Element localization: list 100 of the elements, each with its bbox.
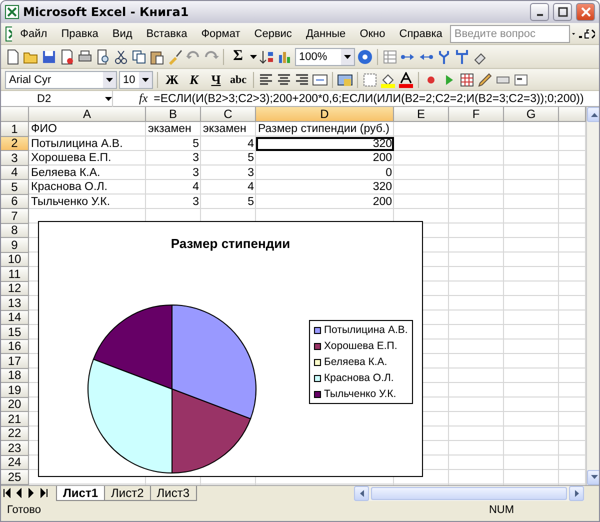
sheet-tab[interactable]: Лист1: [56, 486, 106, 500]
caret-icon[interactable]: [142, 78, 149, 82]
legend-swatch: [314, 390, 321, 398]
row-header[interactable]: 19: [1, 383, 29, 398]
row-header[interactable]: 5: [1, 180, 29, 194]
align-right-icon[interactable]: [294, 72, 310, 88]
menu-item[interactable]: Вид: [106, 26, 138, 42]
caret-icon[interactable]: [572, 32, 576, 36]
row-header[interactable]: 7: [1, 209, 29, 224]
copy-icon[interactable]: [131, 48, 147, 64]
fill-color-icon[interactable]: [380, 72, 396, 88]
maximize-button[interactable]: [553, 3, 572, 21]
brush-icon[interactable]: [167, 48, 183, 64]
function-label[interactable]: fx: [139, 91, 148, 106]
minimize-button[interactable]: [530, 3, 549, 21]
column-header[interactable]: F: [449, 107, 504, 122]
row-header[interactable]: 24: [1, 456, 29, 470]
column-header[interactable]: E: [394, 107, 449, 122]
fork-icon[interactable]: [454, 48, 470, 64]
cut-icon[interactable]: [113, 48, 129, 64]
new-document-icon[interactable]: [5, 48, 21, 64]
currency-icon[interactable]: [336, 72, 352, 88]
font-color-icon[interactable]: [398, 72, 414, 88]
menu-item[interactable]: Вставка: [140, 26, 194, 42]
row-header[interactable]: 21: [1, 412, 29, 426]
label-icon[interactable]: [512, 72, 528, 88]
text-style-button[interactable]: Ж: [162, 70, 182, 90]
menu-item[interactable]: Данные: [300, 26, 352, 42]
scroll-left-button[interactable]: [354, 486, 369, 500]
menu-item[interactable]: Окно: [354, 26, 392, 42]
row-header[interactable]: 10: [1, 252, 29, 267]
column-header[interactable]: C: [201, 107, 256, 122]
align-center-icon[interactable]: [276, 72, 292, 88]
row-header[interactable]: 22: [1, 426, 29, 441]
font-size-dropdown[interactable]: 10: [119, 70, 153, 88]
row-header[interactable]: 16: [1, 340, 29, 354]
sheet-tab[interactable]: Лист2: [104, 486, 151, 500]
text-style-button[interactable]: Ч: [206, 70, 226, 90]
column-header[interactable]: A: [29, 107, 146, 122]
caret-icon[interactable]: [250, 54, 257, 58]
row-header[interactable]: 18: [1, 368, 29, 383]
help-icon[interactable]: [357, 48, 373, 64]
row-header[interactable]: 17: [1, 354, 29, 368]
menu-item[interactable]: Справка: [393, 26, 448, 42]
column-header[interactable]: D: [256, 107, 394, 122]
row-header[interactable]: 11: [1, 267, 29, 282]
row-header[interactable]: 2: [1, 136, 29, 151]
save-icon[interactable]: [41, 48, 57, 64]
formula-text[interactable]: =ЕСЛИ(И(B2>3;C2>3);200+200*0,6;ЕСЛИ(ИЛИ(B2=2;C2=2;И(B2=3;C2=3));0;200)): [154, 92, 584, 104]
corner-header[interactable]: [1, 107, 29, 122]
menu-item[interactable]: Файл: [14, 26, 54, 42]
scroll-up-button[interactable]: [587, 107, 599, 122]
row-header[interactable]: 13: [1, 296, 29, 310]
text-style-button[interactable]: К: [184, 70, 204, 90]
borders-icon[interactable]: [362, 72, 378, 88]
table-icon[interactable]: [382, 48, 398, 64]
row-header[interactable]: 9: [1, 238, 29, 252]
align-left-icon[interactable]: [258, 72, 274, 88]
pencil-icon[interactable]: [476, 72, 492, 88]
merge-cells-icon[interactable]: [312, 72, 328, 88]
row-header[interactable]: 1: [1, 122, 29, 136]
font-dropdown[interactable]: Arial Cyr: [5, 70, 117, 88]
close-button[interactable]: [576, 3, 595, 21]
help-search-field[interactable]: Введите вопрос: [450, 24, 570, 42]
row-header[interactable]: 6: [1, 194, 29, 209]
print-icon[interactable]: [77, 48, 93, 64]
zoom-dropdown[interactable]: 100%: [295, 48, 355, 66]
column-header[interactable]: B: [146, 107, 201, 122]
preview-icon[interactable]: [95, 48, 111, 64]
row-header[interactable]: 3: [1, 151, 29, 166]
caret-icon[interactable]: [106, 78, 113, 82]
table-cell-text: экзамен: [202, 122, 248, 136]
text-style-button[interactable]: abc: [228, 70, 248, 90]
column-header[interactable]: [559, 107, 586, 122]
scroll-down-button[interactable]: [587, 470, 599, 484]
row-header[interactable]: 20: [1, 398, 29, 412]
scroll-thumb[interactable]: [371, 486, 567, 500]
row-header[interactable]: 23: [1, 441, 29, 456]
row-header[interactable]: 8: [1, 224, 29, 238]
paste-icon[interactable]: [149, 48, 165, 64]
document-icon[interactable]: [59, 48, 75, 64]
caret-icon[interactable]: [344, 54, 351, 58]
sort-icon[interactable]: [259, 48, 275, 64]
chart-area[interactable]: Размер стипендии Потылицина А.В. Хорошева Е.П. Беляева К.А. Краснова О.Л. Тыльченко У.К.: [38, 221, 423, 477]
row-header[interactable]: 25: [1, 470, 29, 484]
row-header[interactable]: 14: [1, 310, 29, 325]
autosum-button[interactable]: Σ: [228, 46, 248, 66]
fork-icon[interactable]: [436, 48, 452, 64]
sheet-tab[interactable]: Лист3: [150, 486, 197, 500]
menu-item[interactable]: Правка: [55, 26, 104, 42]
caret-icon[interactable]: [105, 96, 112, 100]
menu-item[interactable]: Сервис: [248, 26, 298, 42]
table-cell-text: 320: [372, 180, 393, 194]
row-header[interactable]: 15: [1, 325, 29, 340]
menu-item[interactable]: Формат: [195, 26, 246, 42]
row-header[interactable]: 12: [1, 282, 29, 296]
row-header[interactable]: 4: [1, 166, 29, 180]
column-header[interactable]: G: [504, 107, 559, 122]
grid-icon[interactable]: [458, 72, 474, 88]
scroll-right-button[interactable]: [569, 486, 584, 500]
